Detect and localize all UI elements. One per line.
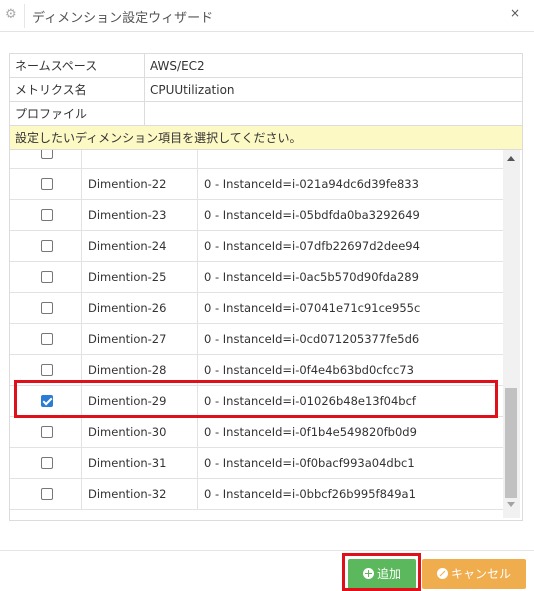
row-checkbox[interactable] (41, 395, 53, 407)
dimension-name: Dimention-22 (82, 169, 198, 200)
row-checkbox[interactable] (41, 302, 53, 314)
dimension-value: 0 - InstanceId=i-05bdfda0ba3292649 (204, 208, 420, 222)
row-checkbox[interactable] (41, 271, 53, 283)
dimension-name: Dimention-32 (82, 479, 198, 510)
table-row[interactable]: Dimention-29 0 - InstanceId=i-01026b48e13… (10, 386, 503, 417)
namespace-label: ネームスペース (9, 53, 145, 78)
add-button[interactable]: 追加 (348, 559, 416, 589)
table-row[interactable]: Dimention-25 0 - InstanceId=i-0ac5b570d90… (10, 262, 503, 293)
dimension-value: 0 - InstanceId=i-07041e71c91ce955c (204, 301, 421, 315)
dimension-value: 0 - InstanceId=i-0f4e4b63bd0cfcc73 (204, 363, 414, 377)
dimension-value: 0 - InstanceId=i-0ac5b570d90fda289 (204, 270, 419, 284)
dimension-value (198, 150, 503, 169)
dimension-name: Dimention-28 (82, 355, 198, 386)
checkbox-cell (10, 231, 82, 262)
row-checkbox[interactable] (41, 150, 53, 159)
profile-value (144, 101, 523, 126)
dimension-name: Dimention-30 (82, 417, 198, 448)
dimension-value: 0 - InstanceId=i-0bbcf26b995f849a1 (204, 487, 416, 501)
metric-label: メトリクス名 (9, 77, 145, 102)
checkbox-cell (10, 169, 82, 200)
namespace-value: AWS/EC2 (144, 53, 523, 78)
checkbox-cell (10, 448, 82, 479)
row-checkbox[interactable] (41, 209, 53, 221)
table-row[interactable]: Dimention-23 0 - InstanceId=i-05bdfda0ba3… (10, 200, 503, 231)
scroll-up-arrow-icon[interactable] (507, 156, 515, 161)
plus-circle-icon (362, 568, 374, 579)
row-checkbox[interactable] (41, 426, 53, 438)
close-icon[interactable]: × (510, 6, 520, 20)
checkbox-cell (10, 150, 82, 169)
dimension-value: 0 - InstanceId=i-01026b48e13f04bcf (204, 394, 416, 408)
checkbox-cell (10, 417, 82, 448)
title-separator (24, 4, 25, 28)
profile-label: プロファイル (9, 101, 145, 126)
instruction-message: 設定したいディメンション項目を選択してください。 (9, 125, 523, 150)
dimension-name (82, 150, 198, 169)
dimension-list[interactable]: Dimention-22 0 - InstanceId=i-021a94dc6d3… (9, 150, 523, 521)
dimension-value: 0 - InstanceId=i-0cd071205377fe5d6 (204, 332, 420, 346)
checkbox-cell (10, 262, 82, 293)
row-checkbox[interactable] (41, 333, 53, 345)
dimension-value: 0 - InstanceId=i-07dfb22697d2dee94 (204, 239, 420, 253)
table-row[interactable]: Dimention-28 0 - InstanceId=i-0f4e4b63bd0… (10, 355, 503, 386)
table-row[interactable]: Dimention-26 0 - InstanceId=i-07041e71c91… (10, 293, 503, 324)
row-checkbox[interactable] (41, 178, 53, 190)
checkbox-cell (10, 293, 82, 324)
metric-value: CPUUtilization (144, 77, 523, 102)
dimension-value: 0 - InstanceId=i-021a94dc6d39fe833 (204, 177, 419, 191)
dimension-name: Dimention-25 (82, 262, 198, 293)
dimension-name: Dimention-29 (82, 386, 198, 417)
table-row[interactable]: Dimention-31 0 - InstanceId=i-0f0bacf993a… (10, 448, 503, 479)
row-checkbox[interactable] (41, 240, 53, 252)
dimension-name: Dimention-24 (82, 231, 198, 262)
row-checkbox[interactable] (41, 457, 53, 469)
checkbox-cell (10, 200, 82, 231)
ban-icon (436, 568, 448, 579)
dimension-name: Dimention-23 (82, 200, 198, 231)
table-row[interactable] (10, 150, 503, 169)
vertical-scrollbar[interactable] (503, 150, 520, 518)
scroll-thumb[interactable] (505, 388, 517, 498)
checkbox-cell (10, 479, 82, 510)
table-row[interactable]: Dimention-32 0 - InstanceId=i-0bbcf26b995… (10, 479, 503, 510)
checkbox-cell (10, 386, 82, 417)
cancel-button-label: キャンセル (450, 567, 511, 581)
table-row[interactable]: Dimention-22 0 - InstanceId=i-021a94dc6d3… (10, 169, 503, 200)
dimension-name: Dimention-27 (82, 324, 198, 355)
dimension-value: 0 - InstanceId=i-0f1b4e549820fb0d9 (204, 425, 417, 439)
dimension-name: Dimention-26 (82, 293, 198, 324)
checkbox-cell (10, 355, 82, 386)
dimension-wizard-dialog: ⚙ ディメンション設定ウィザード × ネームスペース AWS/EC2 メトリクス… (0, 0, 534, 591)
add-button-label: 追加 (376, 567, 401, 581)
dimension-value: 0 - InstanceId=i-0f0bacf993a04dbc1 (204, 456, 415, 470)
gear-icon: ⚙ (5, 7, 17, 22)
table-row[interactable]: Dimention-24 0 - InstanceId=i-07dfb22697d… (10, 231, 503, 262)
info-table: ネームスペース AWS/EC2 メトリクス名 CPUUtilization プロ… (9, 53, 523, 150)
dimension-name: Dimention-31 (82, 448, 198, 479)
row-checkbox[interactable] (41, 364, 53, 376)
cancel-button[interactable]: キャンセル (422, 559, 526, 589)
row-checkbox[interactable] (41, 488, 53, 500)
checkbox-cell (10, 324, 82, 355)
table-row[interactable]: Dimention-30 0 - InstanceId=i-0f1b4e54982… (10, 417, 503, 448)
scroll-down-arrow-icon[interactable] (507, 502, 515, 507)
dialog-title: ディメンション設定ウィザード (32, 11, 214, 26)
title-bar: ⚙ ディメンション設定ウィザード × (0, 0, 534, 32)
table-row[interactable]: Dimention-27 0 - InstanceId=i-0cd07120537… (10, 324, 503, 355)
